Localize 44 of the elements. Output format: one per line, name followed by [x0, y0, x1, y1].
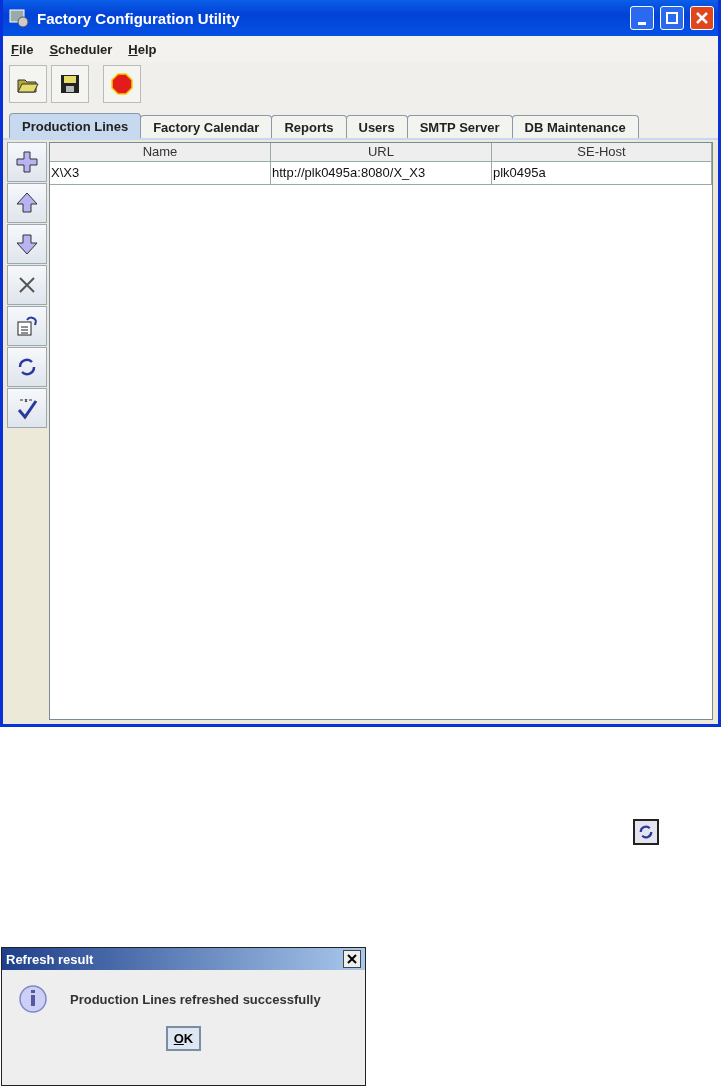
close-button[interactable]: [343, 950, 361, 968]
table-cell: plk0495a: [492, 162, 712, 185]
column-header[interactable]: SE-Host: [492, 143, 712, 162]
close-icon: [347, 954, 357, 964]
column-header[interactable]: Name: [50, 143, 271, 162]
menu-item[interactable]: Help: [128, 41, 157, 57]
document-refresh-button[interactable]: [7, 306, 47, 346]
validate-check-icon: [15, 396, 39, 420]
down-arrow-button[interactable]: [7, 224, 47, 264]
table-cell: X\X3: [50, 162, 271, 185]
close-icon: [696, 12, 708, 24]
app-icon: [7, 6, 31, 30]
maximize-button[interactable]: [660, 6, 684, 30]
add-button[interactable]: [7, 142, 47, 182]
stop-button[interactable]: [103, 65, 141, 103]
tab[interactable]: Factory Calendar: [140, 115, 273, 138]
add-icon: [15, 150, 39, 174]
maximize-icon: [666, 12, 678, 24]
column-header[interactable]: URL: [271, 143, 492, 162]
up-arrow-icon: [15, 191, 39, 215]
info-icon: [18, 984, 48, 1014]
up-arrow-button[interactable]: [7, 183, 47, 223]
tab[interactable]: Production Lines: [9, 113, 142, 138]
validate-check-button[interactable]: [7, 388, 47, 428]
table-cell: http://plk0495a:8080/X_X3: [271, 162, 492, 185]
minimize-button[interactable]: [630, 6, 654, 30]
document-refresh-icon: [15, 314, 39, 338]
refresh-button[interactable]: [7, 347, 47, 387]
menu-item[interactable]: File: [11, 41, 34, 57]
save-button[interactable]: [51, 65, 89, 103]
tab[interactable]: SMTP Server: [406, 115, 513, 138]
tab[interactable]: Reports: [271, 115, 347, 138]
dialog-message: Production Lines refreshed successfully: [70, 991, 321, 1007]
minimize-icon: [638, 21, 646, 25]
tab[interactable]: DB Maintenance: [511, 115, 639, 138]
delete-button[interactable]: [7, 265, 47, 305]
down-arrow-icon: [15, 232, 39, 256]
ok-button[interactable]: OK: [165, 1026, 202, 1051]
stop-sign-icon: [110, 72, 134, 96]
menu-item[interactable]: Scheduler: [49, 41, 113, 57]
tab[interactable]: Users: [345, 115, 408, 138]
dialog-title: Refresh result: [6, 951, 94, 967]
window-title: Factory Configuration Utility: [37, 9, 241, 27]
open-button[interactable]: [9, 65, 47, 103]
